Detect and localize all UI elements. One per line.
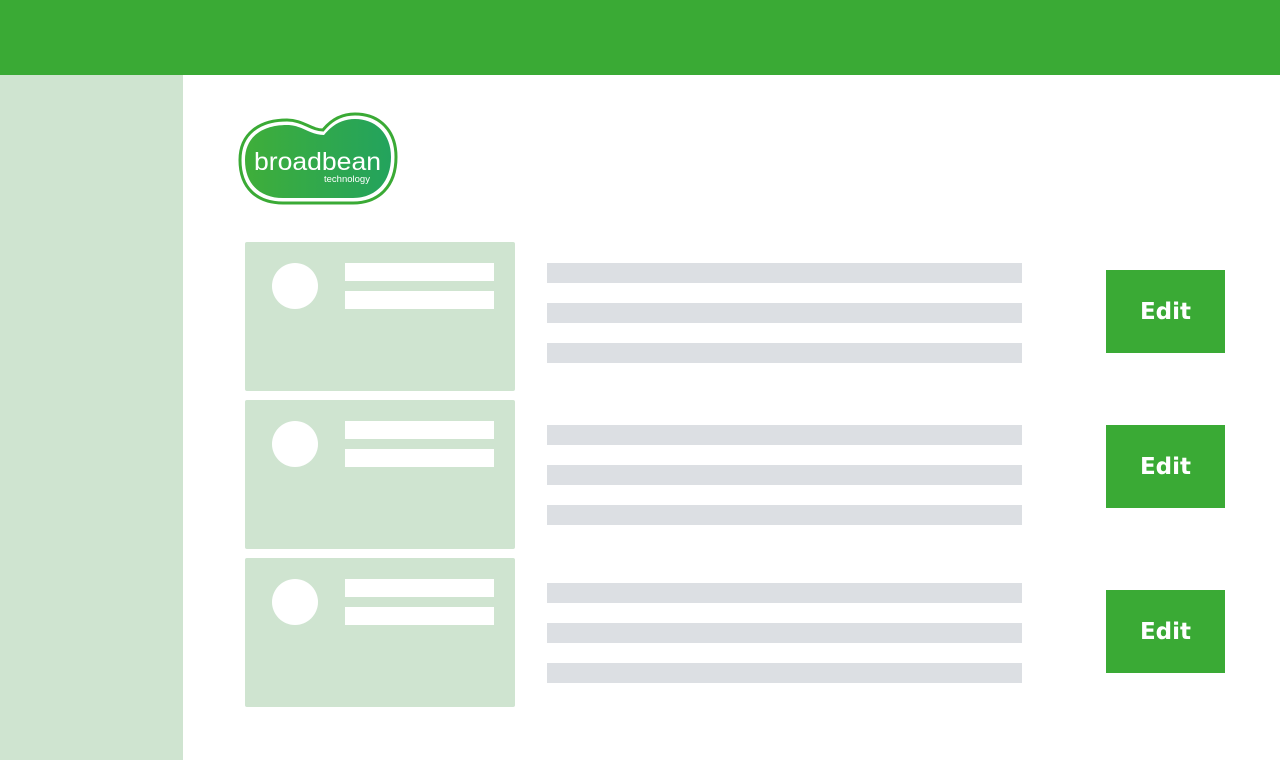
text-line-placeholder	[547, 505, 1022, 525]
edit-button[interactable]: Edit	[1106, 590, 1225, 673]
detail-line-placeholder	[345, 291, 494, 309]
name-line-placeholder	[345, 263, 494, 281]
logo-subtext: technology	[324, 174, 370, 185]
broadbean-logo: broadbean technology	[238, 112, 398, 205]
logo-wordmark: broadbean	[254, 148, 381, 176]
text-line-placeholder	[547, 583, 1022, 603]
text-line-placeholder	[547, 425, 1022, 445]
profile-card-placeholder	[245, 242, 515, 391]
edit-button[interactable]: Edit	[1106, 270, 1225, 353]
detail-line-placeholder	[345, 607, 494, 625]
edit-button[interactable]: Edit	[1106, 425, 1225, 508]
avatar-placeholder	[272, 263, 318, 309]
text-line-placeholder	[547, 663, 1022, 683]
top-header-bar	[0, 0, 1280, 75]
name-line-placeholder	[345, 421, 494, 439]
detail-line-placeholder	[345, 449, 494, 467]
text-line-placeholder	[547, 263, 1022, 283]
avatar-placeholder	[272, 579, 318, 625]
avatar-placeholder	[272, 421, 318, 467]
name-line-placeholder	[345, 579, 494, 597]
text-line-placeholder	[547, 623, 1022, 643]
sidebar	[0, 75, 183, 760]
text-line-placeholder	[547, 343, 1022, 363]
profile-card-placeholder	[245, 400, 515, 549]
text-line-placeholder	[547, 465, 1022, 485]
text-line-placeholder	[547, 303, 1022, 323]
profile-card-placeholder	[245, 558, 515, 707]
